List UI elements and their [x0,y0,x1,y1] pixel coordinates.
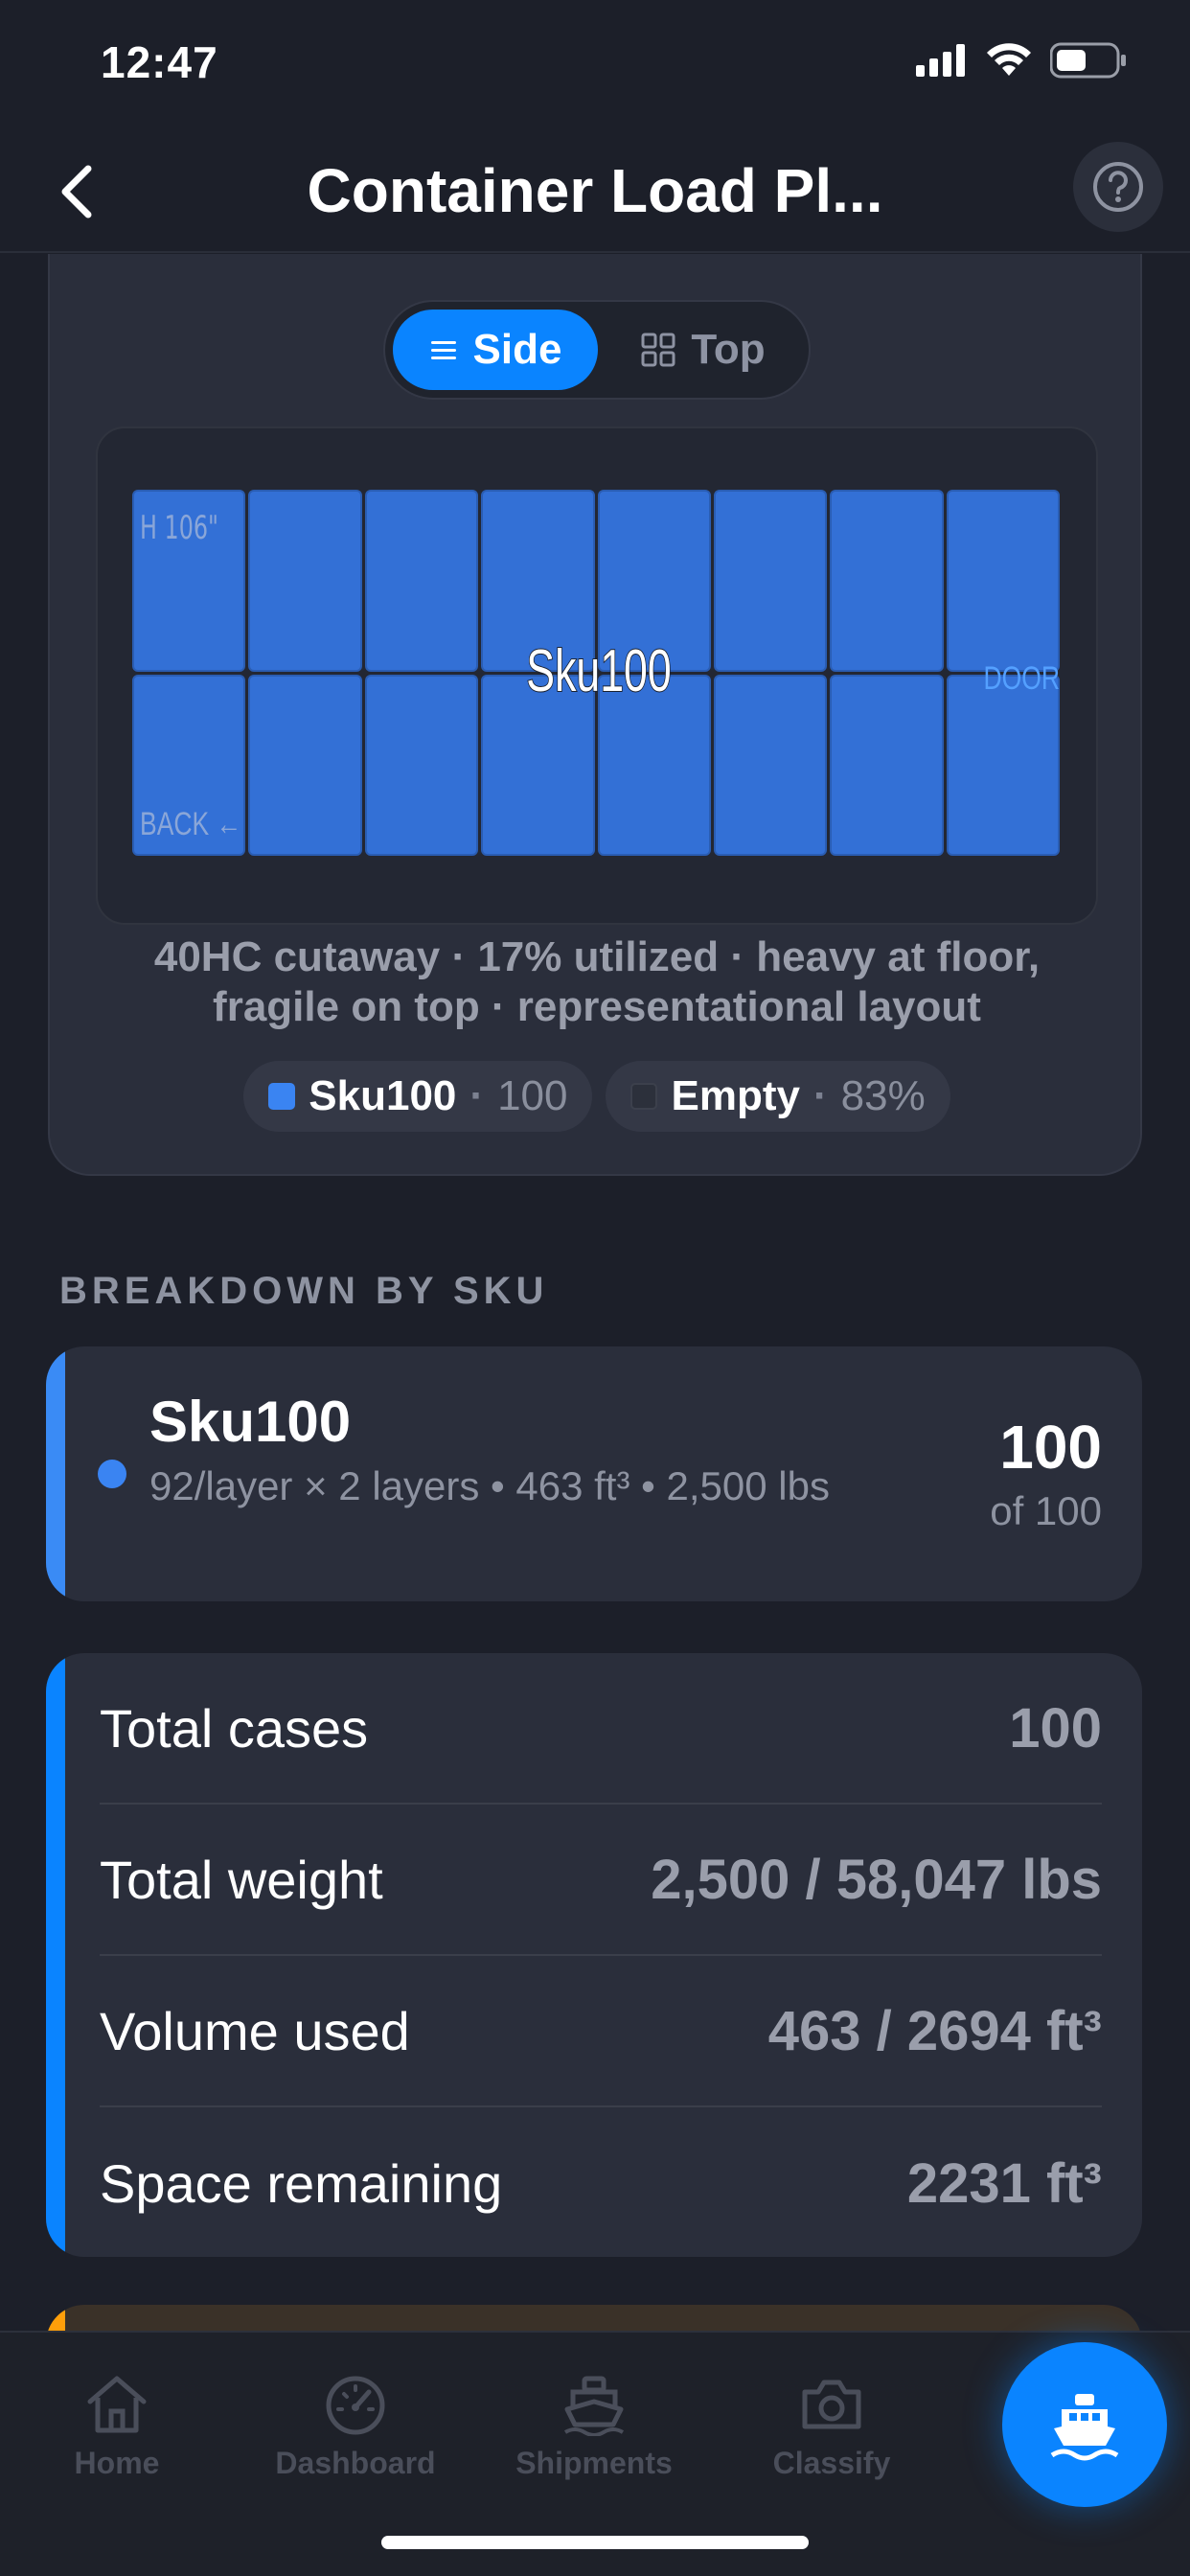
tab-shipments[interactable]: Shipments [498,2371,690,2481]
ship-icon [563,2376,625,2436]
sku-detail: 92/layer × 2 layers • 463 ft³ • 2,500 lb… [149,1463,830,1508]
total-weight-value: 2,500 / 58,047 lbs [651,1848,1102,1911]
top-view-label: Top [691,326,766,373]
door-label: DOOR [983,660,1060,697]
total-weight-row: Total weight 2,500 / 58,047 lbs [100,1805,1102,1956]
gauge-icon [326,2376,385,2435]
view-toggle: Side Top [383,300,811,400]
tab-home-label: Home [74,2446,160,2480]
legend-name: Empty [671,1072,800,1119]
volume-used-label: Volume used [100,2000,410,2061]
battery-icon [1050,42,1126,79]
legend-swatch [630,1083,658,1110]
legend-separator: · [812,1072,828,1119]
legend-swatch [268,1083,296,1110]
status-time: 12:47 [101,37,218,87]
camera-icon [802,2380,861,2429]
sku-count: 100 [999,1413,1102,1482]
house-icon [87,2376,147,2433]
card-accent [46,1346,65,1601]
legend-value: 100 [497,1072,568,1119]
wifi-icon [987,43,1031,76]
section-title: BREAKDOWN BY SKU [59,1270,549,1312]
legend-separator: · [469,1072,485,1119]
container-cutaway: H 106" BACK ← DOOR Sku100 [96,426,1098,925]
height-label: H 106" [140,509,219,547]
lines-icon [430,341,456,359]
status-bar: 12:47 [0,0,1190,134]
tab-classify-label: Classify [772,2446,891,2480]
space-remaining-row: Space remaining 2231 ft³ [100,2107,1102,2257]
container-visual-card: Side Top H 106" BACK ← DOOR Sku100 40HC … [48,254,1142,1176]
card-accent [46,1653,65,2257]
chevron-left-icon [61,165,92,218]
legend-value: 83% [840,1072,926,1119]
space-remaining-label: Space remaining [100,2152,503,2214]
question-circle-icon [1093,162,1143,212]
total-cases-label: Total cases [100,1697,369,1759]
back-label: BACK ← [140,806,242,842]
back-button[interactable] [38,153,115,230]
status-icons [916,42,1127,79]
legend-name: Sku100 [309,1072,457,1119]
nav-divider [0,251,1190,253]
sku-overlay-label: Sku100 [526,637,673,705]
sku-of-total: of 100 [990,1488,1102,1533]
total-cases-value: 100 [1009,1696,1102,1760]
case-block [946,674,1060,856]
side-view-label: Side [472,326,562,373]
tab-classify[interactable]: Classify [736,2371,927,2481]
space-remaining-value: 2231 ft³ [906,2151,1102,2215]
volume-used-value: 463 / 2694 ft³ [767,1999,1102,2062]
case-block [946,490,1060,672]
page-title: Container Load Pl... [307,156,883,225]
home-indicator [381,2536,809,2549]
legend: Sku100 · 100 Empty · 83% [50,1061,1144,1132]
side-view-button[interactable]: Side [393,310,598,390]
cellular-signal-icon [916,44,965,77]
sku-name: Sku100 [149,1390,352,1454]
volume-used-row: Volume used 463 / 2694 ft³ [100,1956,1102,2107]
top-view-button[interactable]: Top [607,310,799,390]
grid-icon [641,333,675,367]
nav-bar: Container Load Pl... [0,134,1190,254]
tab-dashboard[interactable]: Dashboard [260,2371,451,2481]
new-shipment-fab[interactable] [1002,2342,1167,2507]
total-weight-label: Total weight [100,1849,383,1910]
tab-home[interactable]: Home [21,2371,213,2481]
totals-card: Total cases 100 Total weight 2,500 / 58,… [46,1653,1142,2257]
legend-chip-empty[interactable]: Empty · 83% [606,1061,950,1132]
tab-dashboard-label: Dashboard [275,2446,436,2480]
sku-color-dot [98,1460,126,1488]
sku-breakdown-card[interactable]: Sku100 92/layer × 2 layers • 463 ft³ • 2… [46,1346,1142,1601]
tab-shipments-label: Shipments [515,2446,673,2480]
help-button[interactable] [1073,142,1163,232]
total-cases-row: Total cases 100 [100,1653,1102,1805]
cutaway-caption: 40HC cutaway · 17% utilized · heavy at f… [153,933,1041,1030]
legend-chip-sku[interactable]: Sku100 · 100 [243,1061,593,1132]
ship-icon [1050,2394,1119,2461]
